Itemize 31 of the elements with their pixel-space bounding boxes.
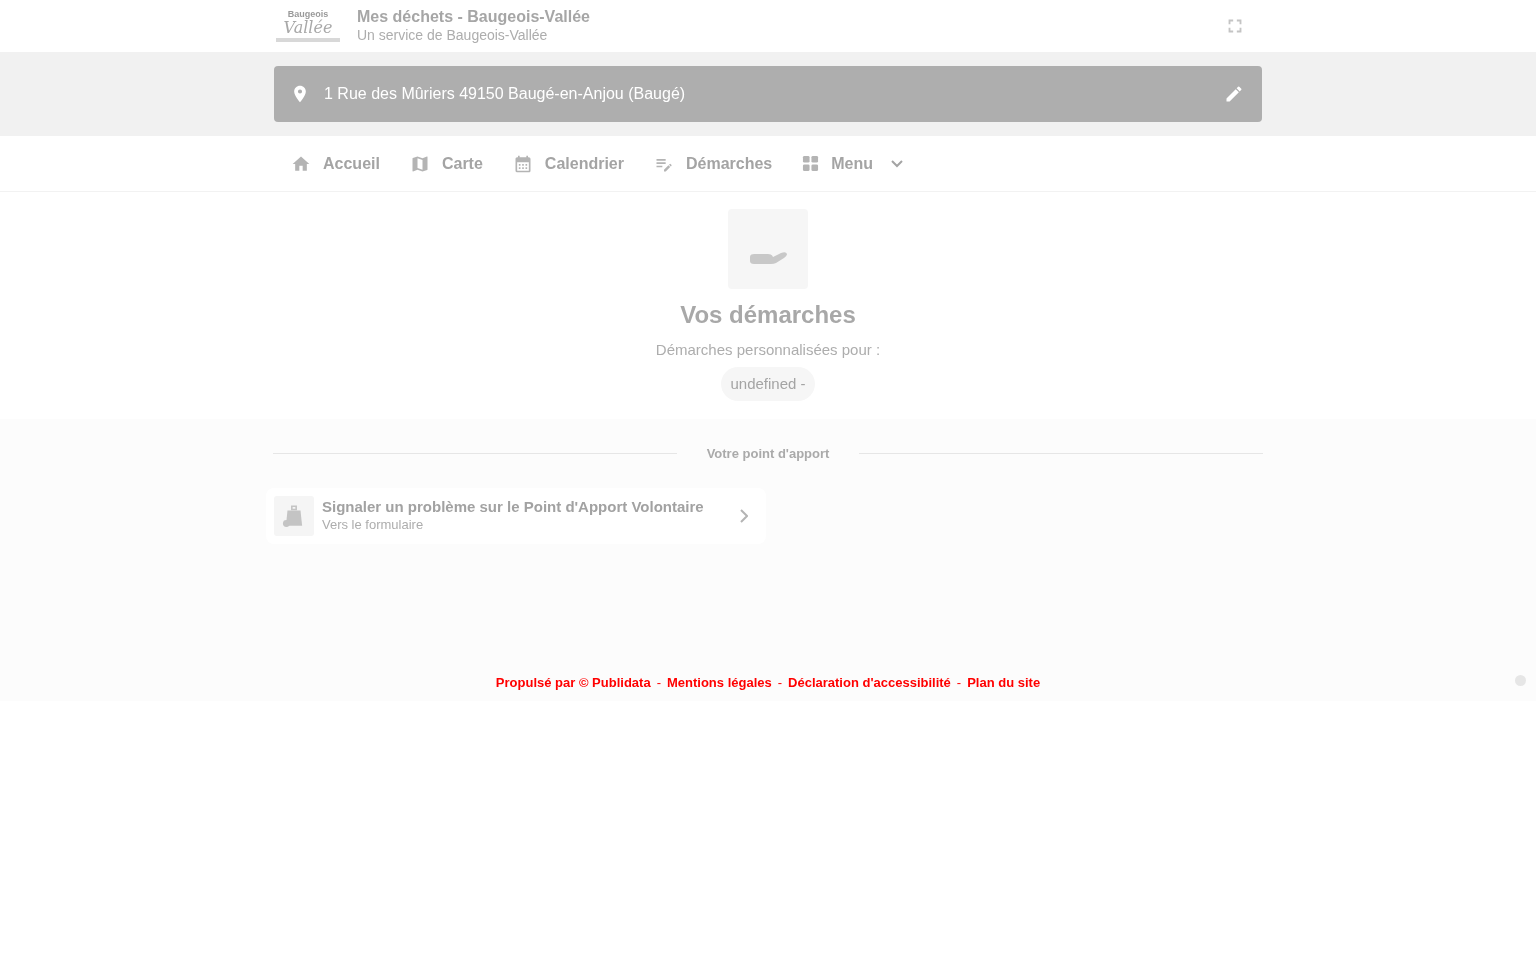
footer-separator: - [777, 673, 783, 692]
nav-link[interactable]: Menu [794, 145, 912, 182]
action-title: Signaler un problème sur le Point d'Apport Volontaire [322, 498, 704, 517]
address-text: 1 Rue des Mûriers 49150 Baugé-en-Anjou (Baugé) [324, 84, 686, 104]
address-bar[interactable]: 1 Rue des Mûriers 49150 Baugé-en-Anjou (Baugé) [274, 66, 1262, 122]
app-subtitle: Un service de Baugeois-Vallée [357, 27, 549, 45]
footer-link[interactable]: Propulsé par © Publidata [495, 672, 651, 692]
footer-link[interactable]: Déclaration d'accessibilité [788, 672, 951, 692]
nav-link[interactable]: Calendrier [504, 145, 632, 182]
app-title: Mes déchets - Baugeois-Vallée [357, 7, 590, 28]
logo-wordmark: Baugeois [287, 10, 329, 19]
page-subtitle: Démarches personnalisées pour : [655, 340, 881, 360]
nav-link[interactable]: Carte [401, 145, 491, 182]
page-title: Vos démarches [680, 300, 856, 330]
chevron-right-icon [740, 508, 748, 523]
footer-separator: - [956, 673, 962, 692]
address-chip: undefined - [721, 366, 815, 401]
footer-separator: - [656, 673, 661, 692]
logo-script: Vallée [283, 19, 333, 36]
logo-stripe-icon [276, 38, 340, 42]
footer-link[interactable]: Mentions légales [666, 672, 772, 692]
footer-link[interactable]: Plan du site [967, 672, 1041, 692]
hand-icon [728, 209, 808, 289]
bag-icon [274, 495, 314, 536]
nav-link[interactable]: Accueil [283, 145, 388, 182]
grid-icon [802, 155, 820, 172]
pencil-icon [1224, 84, 1244, 104]
chevron-down-icon [891, 159, 904, 168]
action-subtitle: Vers le formulaire [322, 516, 425, 533]
nav-link[interactable]: Démarches [645, 145, 781, 182]
section-heading: Votre point d'apport [706, 445, 830, 463]
